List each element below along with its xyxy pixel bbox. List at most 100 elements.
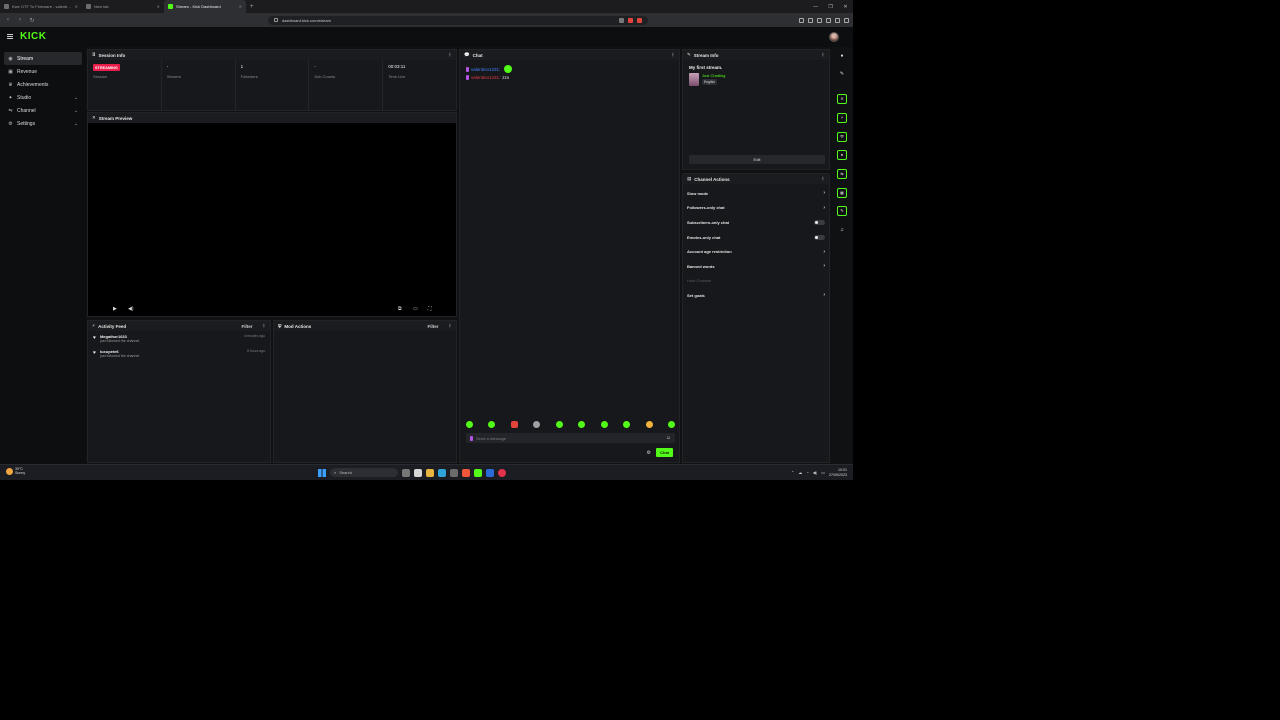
close-tab-icon[interactable]: ✕	[75, 4, 78, 9]
close-tab-icon[interactable]: ✕	[157, 4, 160, 9]
play-icon[interactable]: ▶	[113, 306, 117, 312]
bookmark-icon[interactable]	[817, 17, 822, 23]
volume-icon[interactable]: ◀)	[128, 306, 134, 312]
ban-icon[interactable]: ✕	[837, 94, 847, 104]
lightning-icon[interactable]: ⚡	[837, 113, 847, 123]
sidebar-toggle-icon[interactable]	[799, 17, 804, 23]
downloads-icon[interactable]	[826, 17, 831, 23]
taskbar-search[interactable]: ⌕ Search	[330, 468, 398, 477]
kick-logo[interactable]: KICK	[20, 31, 46, 42]
chat-username[interactable]: valentino1231:	[471, 75, 500, 80]
emote-icon[interactable]	[667, 421, 675, 428]
action-account-age-restriction[interactable]: Account age restriction ›	[683, 244, 829, 259]
emote-icon[interactable]	[645, 421, 653, 428]
file-explorer-icon[interactable]	[426, 468, 434, 477]
emote-icon[interactable]	[466, 421, 473, 428]
share-icon[interactable]	[619, 17, 624, 23]
kebab-menu-icon[interactable]: ⋮	[448, 52, 453, 58]
emotes-only-toggle[interactable]	[814, 234, 825, 240]
shield-icon[interactable]: ⛨	[837, 132, 847, 142]
emote-icon[interactable]	[600, 421, 608, 428]
emote-icon[interactable]	[488, 421, 496, 428]
emote-icon[interactable]	[578, 421, 586, 428]
wallet-icon[interactable]	[835, 17, 840, 23]
network-icon[interactable]: ◔	[806, 470, 808, 475]
action-banned-words[interactable]: Banned words ›	[683, 259, 829, 274]
menu-icon[interactable]	[844, 17, 849, 23]
picture-in-picture-icon[interactable]: ⧉	[398, 306, 402, 312]
app-icon[interactable]	[450, 468, 458, 477]
filter-button[interactable]: Filter	[427, 324, 438, 329]
sidebar-item-revenue[interactable]: ▣ Revenue	[4, 65, 82, 78]
sidebar-item-studio[interactable]: ✦ Studio ⌄	[4, 91, 82, 104]
emote-picker-icon[interactable]: ☺	[666, 435, 671, 441]
sidebar-item-channel[interactable]: ⇋ Channel ⌄	[4, 104, 82, 117]
edge-icon[interactable]	[438, 468, 446, 477]
browser-tab-3[interactable]: Stream - Kick Dashboard ✕	[164, 0, 246, 13]
browser-tab-1[interactable]: Kwe OTF To Firmware - valentin... ✕	[0, 0, 82, 13]
chat-username[interactable]: valentino1231:	[471, 67, 500, 72]
fullscreen-icon[interactable]: ⛶	[428, 306, 432, 312]
music-icon[interactable]: ♫	[837, 225, 847, 235]
emote-icon[interactable]	[510, 421, 518, 428]
task-view-icon[interactable]	[402, 468, 410, 477]
theater-mode-icon[interactable]: ▭	[413, 306, 418, 312]
obs-icon[interactable]	[498, 468, 506, 477]
pen-icon[interactable]: ✎	[837, 206, 847, 216]
emote-icon[interactable]	[533, 421, 541, 428]
action-slow-mode[interactable]: Slow mode ›	[683, 186, 829, 201]
kebab-menu-icon[interactable]: ⋮	[448, 323, 453, 329]
stream-category[interactable]: Just Chatting	[702, 73, 725, 78]
sidebar-item-achievements[interactable]: ♛ Achievements	[4, 78, 82, 91]
sidebar-item-stream[interactable]: ◉ Stream	[4, 52, 82, 65]
kebab-menu-icon[interactable]: ⋮	[671, 52, 676, 58]
close-icon[interactable]: ✕	[92, 115, 96, 121]
grid-icon[interactable]: ▦	[837, 188, 847, 198]
drag-handle-icon[interactable]: ⠿	[92, 52, 96, 58]
dot-icon[interactable]: ●	[837, 51, 847, 61]
kebab-menu-icon[interactable]: ⋮	[262, 323, 267, 329]
emote-icon[interactable]	[555, 421, 563, 428]
filter-button[interactable]: Filter	[241, 324, 252, 329]
new-tab-button[interactable]: +	[246, 0, 258, 13]
close-window-icon[interactable]: ✕	[838, 4, 853, 10]
swap-icon[interactable]: ⇆	[837, 169, 847, 179]
hamburger-menu-icon[interactable]	[7, 34, 13, 39]
chat-bubble-icon[interactable]: ●	[837, 150, 847, 160]
system-clock[interactable]: 10:01 27/09/2023	[829, 468, 847, 477]
extensions-icon[interactable]	[808, 17, 813, 23]
volume-icon[interactable]: ◀)	[813, 470, 817, 475]
user-avatar[interactable]	[829, 32, 839, 42]
cloud-icon[interactable]: ☁	[798, 470, 802, 475]
minimize-icon[interactable]: —	[808, 4, 823, 10]
back-icon[interactable]: ‹	[4, 17, 12, 23]
chevron-up-icon[interactable]: ⌃	[791, 470, 794, 475]
chat-send-button[interactable]: Chat	[656, 448, 673, 457]
brave-rewards-icon[interactable]	[637, 17, 642, 23]
close-tab-icon[interactable]: ✕	[239, 4, 242, 9]
action-set-goals[interactable]: Set goals ›	[683, 288, 829, 303]
forward-icon[interactable]: ›	[16, 17, 24, 23]
edit-layout-icon[interactable]: ✎	[837, 69, 847, 79]
restore-icon[interactable]: ❐	[823, 4, 838, 10]
action-followers-only-chat[interactable]: Followers-only chat ›	[683, 201, 829, 216]
kebab-menu-icon[interactable]: ⋮	[821, 52, 826, 58]
kick-app-icon[interactable]	[474, 468, 482, 477]
edit-stream-button[interactable]: Edit	[689, 155, 825, 164]
notepad-icon[interactable]	[414, 468, 422, 477]
windows-start-icon[interactable]	[318, 468, 326, 477]
weather-widget[interactable]: 30°C Sunny	[6, 467, 25, 475]
kebab-menu-icon[interactable]: ⋮	[821, 176, 826, 182]
brave-shield-icon[interactable]	[628, 17, 633, 23]
store-icon[interactable]	[486, 468, 494, 477]
brave-icon[interactable]	[462, 468, 470, 477]
browser-tab-2[interactable]: New tab ✕	[82, 0, 164, 13]
emote-icon[interactable]	[623, 421, 631, 428]
address-bar[interactable]: dashboard.kick.com/stream	[268, 15, 648, 25]
sidebar-item-settings[interactable]: ⚙ Settings ⌄	[4, 117, 82, 130]
chat-settings-icon[interactable]: ⚙	[647, 450, 651, 456]
site-info-icon[interactable]	[274, 18, 278, 22]
reload-icon[interactable]: ↻	[28, 17, 36, 24]
subscribers-only-toggle[interactable]	[814, 219, 825, 225]
chat-input[interactable]: Send a message ☺	[466, 433, 675, 443]
